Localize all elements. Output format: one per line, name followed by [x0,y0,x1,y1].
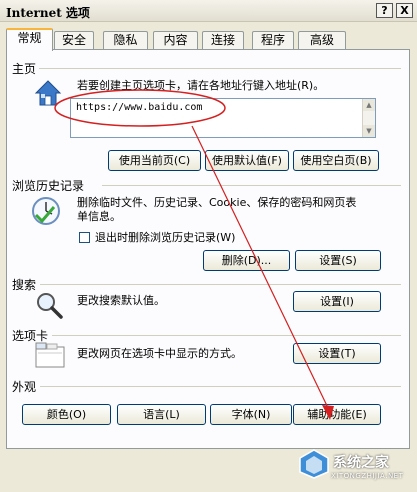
watermark-brand: 系统之家 [333,455,389,471]
annotation-arrow-line [191,125,331,413]
annotation-arrow-head [322,405,334,420]
tab-general[interactable]: 常规 [6,28,53,51]
url-highlight-ellipse [54,89,226,127]
watermark-site: XITONGZHIJIA.NET [331,472,404,480]
watermark-logo-icon [299,449,329,479]
red-annotation-overlay [54,89,334,420]
